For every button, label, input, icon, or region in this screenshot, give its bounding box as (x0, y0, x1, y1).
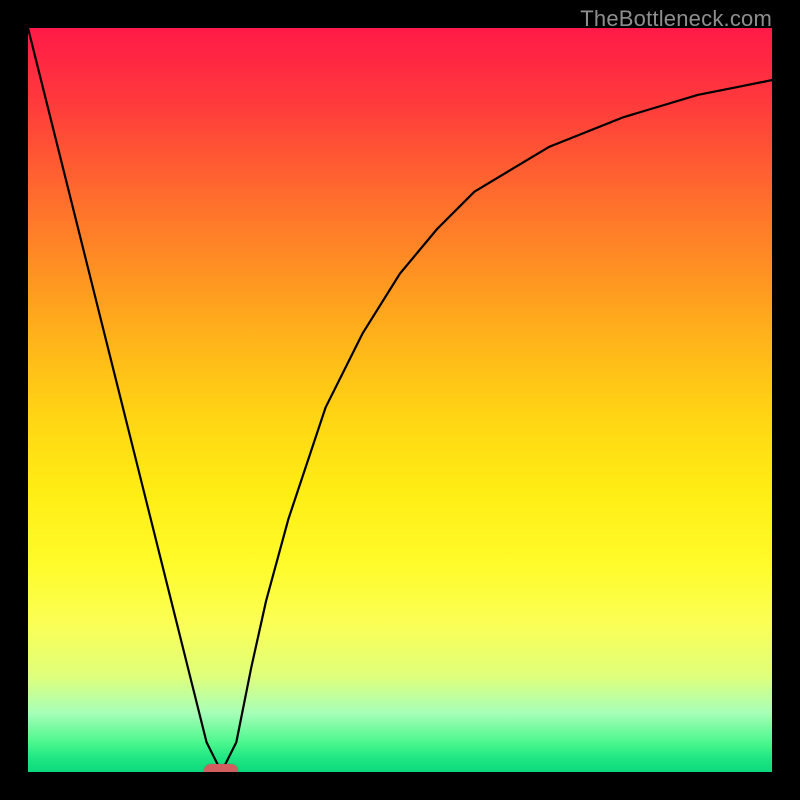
plot-area (28, 28, 772, 772)
minimum-marker (204, 764, 238, 772)
chart-frame: TheBottleneck.com (0, 0, 800, 800)
attribution-text: TheBottleneck.com (580, 6, 772, 32)
bottleneck-curve (28, 28, 772, 772)
curve-svg (28, 28, 772, 772)
